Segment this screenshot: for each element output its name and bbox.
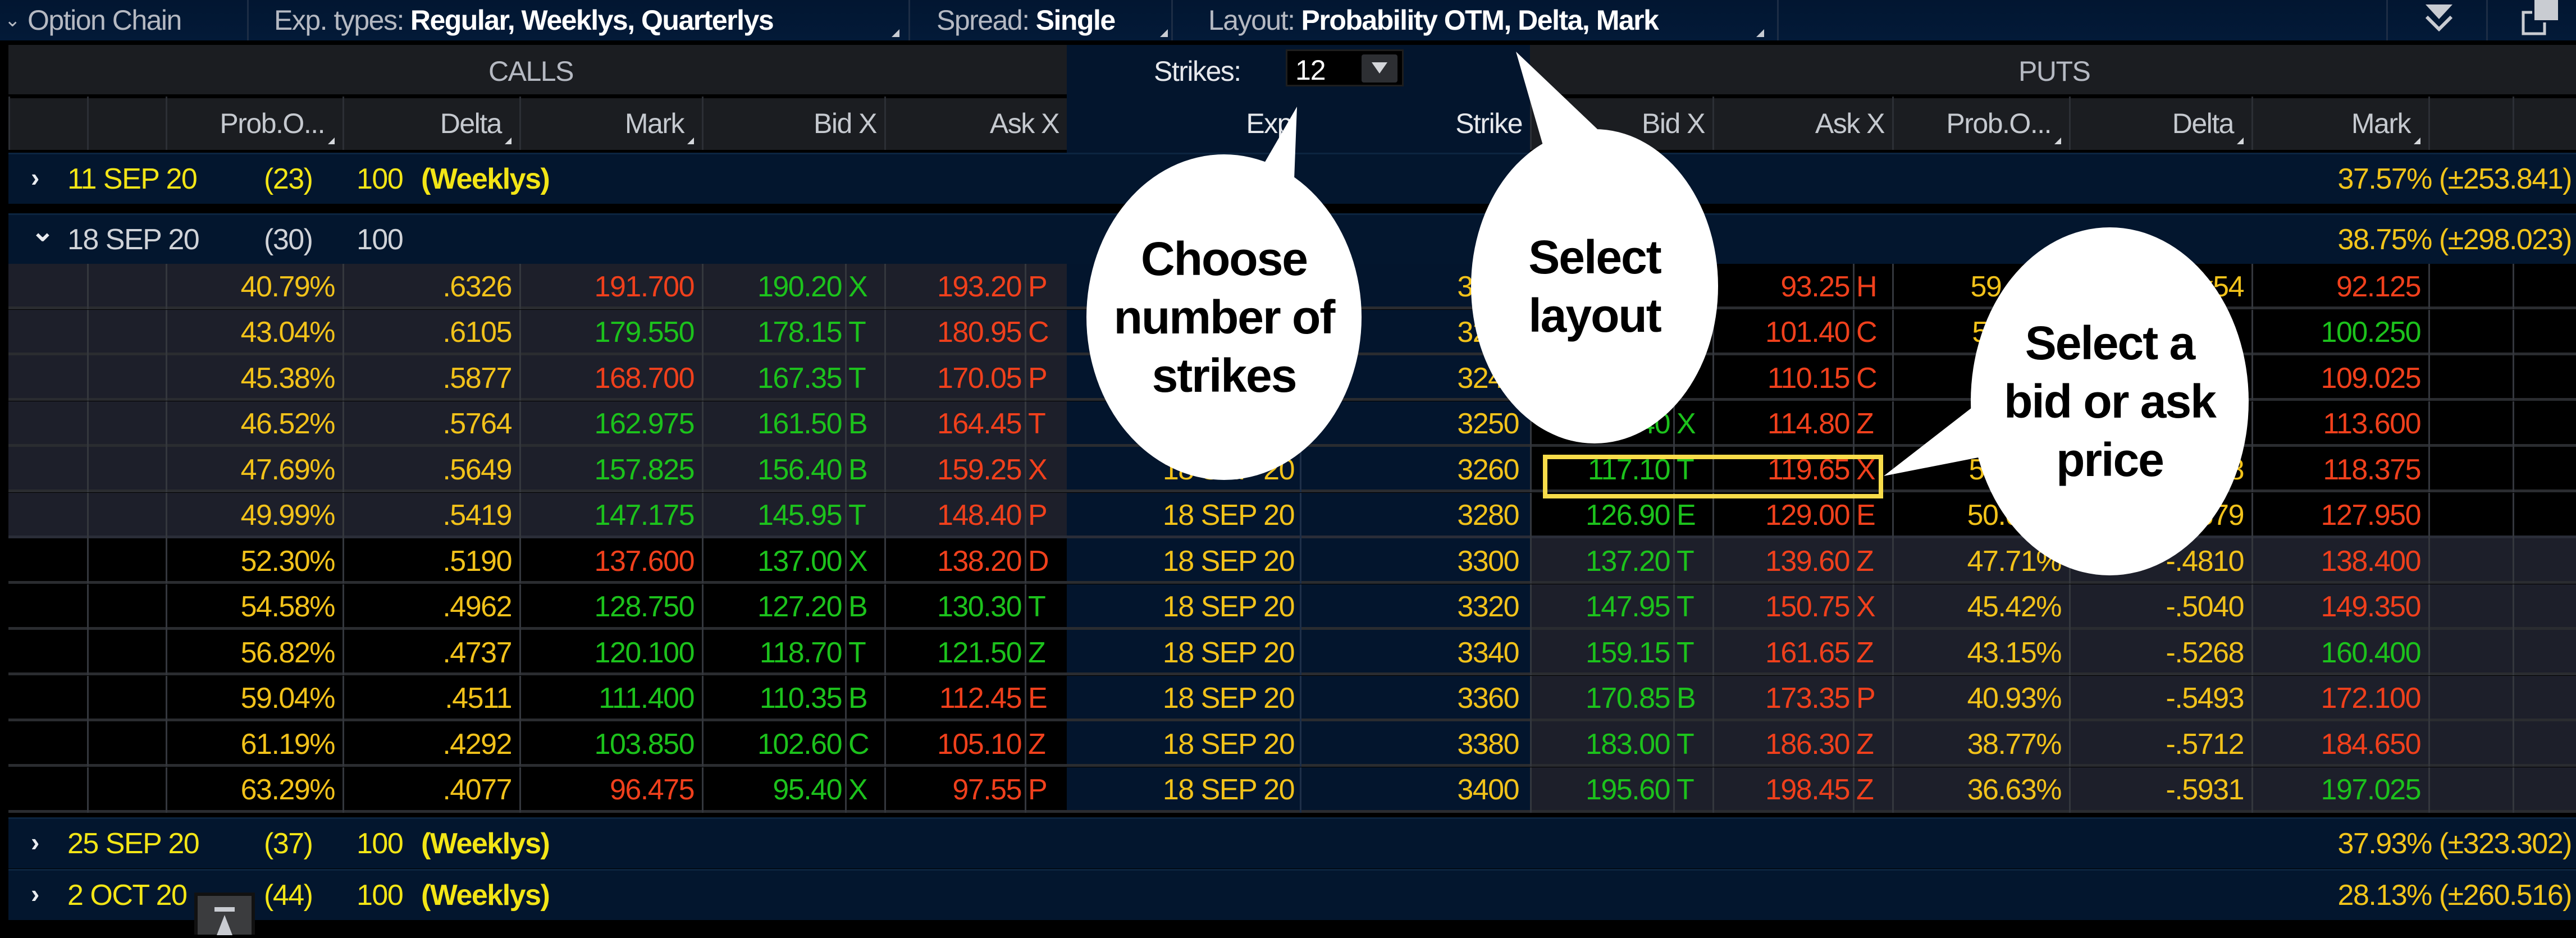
strikes-callout: Choose number of strikes — [1086, 154, 1362, 480]
layout-callout: Select layout — [1471, 129, 1718, 443]
scroll-to-top-icon — [214, 907, 235, 935]
layout-callout-text: Select layout — [1528, 231, 1662, 342]
strikes-callout-text: Choose number of strikes — [1113, 232, 1336, 402]
bid-ask-callout: Select a bid or ask price — [1971, 227, 2249, 575]
bid-ask-callout-text: Select a bid or ask price — [2004, 317, 2217, 486]
scroll-to-top-button[interactable] — [194, 893, 255, 935]
